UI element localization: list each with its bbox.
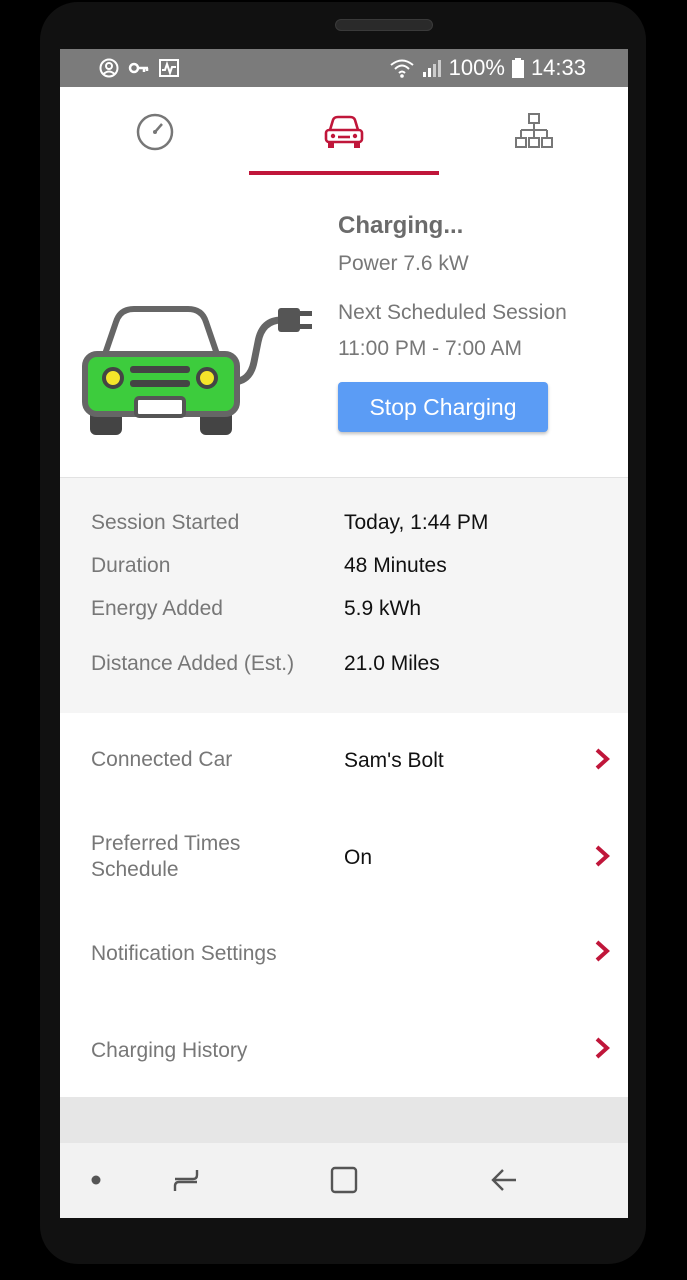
tab-charging[interactable] [249,87,438,177]
active-tab-indicator [249,171,439,175]
stat-row: Distance Added (Est.) 21.0 Miles [60,652,628,682]
next-session-label: Next Scheduled Session [338,301,567,324]
chevron-right-icon [595,845,610,867]
back-icon [491,1169,516,1191]
stat-row: Session Started Today, 1:44 PM [60,511,628,541]
connected-car-value: Sam's Bolt [344,749,444,772]
preferred-times-item[interactable]: Preferred Times Schedule On [60,809,628,906]
tab-network[interactable] [439,87,628,177]
stat-value: 48 Minutes [344,554,447,577]
tab-bar [60,87,628,177]
battery-icon [511,58,524,78]
charging-car-icon [82,306,312,435]
charging-history-item[interactable]: Charging History [60,1001,628,1097]
stat-row: Duration 48 Minutes [60,554,628,584]
stat-label: Energy Added [91,597,223,620]
app-screen: 100% 14:33 Charging... Power 7.6 kW Next… [60,49,628,1218]
stat-value: 5.9 kWh [344,597,422,620]
charging-status-title: Charging... [338,212,464,239]
system-nav-bar [60,1143,628,1218]
connected-car-label: Connected Car [91,748,233,771]
chevron-right-icon [595,940,610,962]
preferred-times-value: On [344,846,373,869]
battery-percent: 100% [448,55,505,80]
tab-dashboard[interactable] [60,87,249,177]
recents-button[interactable] [166,1163,206,1197]
recents-icon [173,1170,199,1191]
preferred-times-label-line2: Schedule [91,858,179,881]
speaker-grille [335,19,433,31]
notification-settings-label: Notification Settings [91,942,277,965]
wifi-icon [390,59,414,78]
chevron-right-icon [595,748,610,770]
chevron-right-icon [595,1037,610,1059]
list-footer-spacer [60,1097,628,1143]
key-icon [128,62,149,74]
next-session-time: 11:00 PM - 7:00 AM [338,337,523,360]
stop-charging-button[interactable]: Stop Charging [338,382,548,432]
account-circle-icon [99,58,119,78]
stat-value: Today, 1:44 PM [344,511,489,534]
connected-car-item[interactable]: Connected Car Sam's Bolt [60,713,628,810]
notification-settings-item[interactable]: Notification Settings [60,905,628,1002]
signal-icon [422,60,441,77]
stat-label: Duration [91,554,171,577]
status-bar: 100% 14:33 [60,49,628,87]
charging-status-card: Charging... Power 7.6 kW Next Scheduled … [60,177,628,477]
charging-history-label: Charging History [91,1039,248,1062]
stat-label: Distance Added (Est.) [91,652,295,675]
stat-row: Energy Added 5.9 kWh [60,597,628,627]
power-readout: Power 7.6 kW [338,252,469,275]
dot-icon [91,1175,101,1185]
clock: 14:33 [530,55,586,80]
network-icon [514,113,553,148]
home-icon [330,1166,358,1194]
stat-value: 21.0 Miles [344,652,440,675]
stat-label: Session Started [91,511,240,534]
home-button[interactable] [324,1163,364,1197]
preferred-times-label-line1: Preferred Times [91,832,241,855]
session-stats: Session Started Today, 1:44 PM Duration … [60,477,628,714]
back-button[interactable] [484,1163,524,1197]
activity-icon [159,59,179,77]
nav-dot-button[interactable] [76,1163,116,1197]
car-icon [324,115,363,148]
gauge-icon [136,113,173,151]
